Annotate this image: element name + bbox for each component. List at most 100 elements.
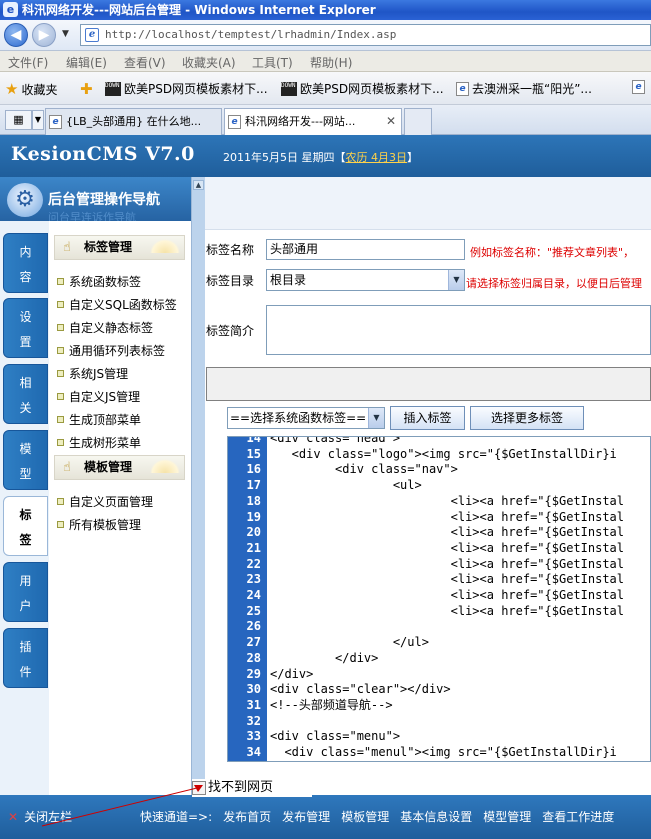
close-tab-icon[interactable]: ✕ bbox=[386, 109, 396, 134]
tab-admin[interactable]: e 科汛网络开发---网站... ✕ bbox=[224, 108, 402, 135]
quick-link-publish-manage[interactable]: 发布管理 bbox=[282, 810, 330, 824]
forward-icon[interactable]: ▶ bbox=[32, 23, 56, 47]
menu-favorites[interactable]: 收藏夹(A) bbox=[182, 54, 236, 71]
line-number: 23 bbox=[246, 572, 261, 587]
quick-link-basic-settings[interactable]: 基本信息设置 bbox=[400, 810, 472, 824]
vtab-users[interactable]: 用户 bbox=[3, 562, 48, 622]
broken-image-icon bbox=[192, 781, 206, 795]
menu-item-top-menu[interactable]: 生成顶部菜单 bbox=[56, 411, 141, 428]
tab-list-dropdown-icon[interactable]: ▼ bbox=[32, 110, 44, 130]
line-number: 34 bbox=[246, 745, 261, 759]
vtab-labels[interactable]: 标签 bbox=[3, 496, 48, 556]
favorite-link-1[interactable]: DOWN LOAD 欧美PSD网页模板素材下... bbox=[105, 80, 268, 97]
close-left-panel-button[interactable]: ✕ 关闭左栏 bbox=[8, 808, 72, 825]
toolbar-placeholder bbox=[206, 367, 651, 401]
menu-item-custom-pages[interactable]: 自定义页面管理 bbox=[56, 493, 153, 510]
insert-label-button[interactable]: 插入标签 bbox=[390, 406, 465, 430]
code-line: <li><a href="{$GetInstal bbox=[270, 556, 625, 571]
ie-page-icon: e bbox=[456, 81, 469, 96]
date-text: 2011年5月5日 星期四【 bbox=[223, 151, 346, 164]
menu-item-system-func-labels[interactable]: 系统函数标签 bbox=[56, 273, 141, 290]
favorite-link-label: 欧美PSD网页模板素材下... bbox=[124, 82, 268, 96]
star-icon: ★ bbox=[5, 80, 19, 98]
ie-page-icon: e bbox=[228, 115, 241, 129]
history-dropdown-icon[interactable]: ▼ bbox=[62, 29, 69, 39]
code-line: <div class="head"> bbox=[270, 436, 401, 445]
nav-collapse-strip[interactable]: ▲ bbox=[191, 177, 205, 795]
date-display: 2011年5月5日 星期四【农历 4月3日】 bbox=[223, 149, 418, 165]
favorite-link-more[interactable]: e bbox=[632, 80, 645, 94]
menu-help[interactable]: 帮助(H) bbox=[310, 54, 352, 71]
quick-link-model-manage[interactable]: 模型管理 bbox=[483, 810, 531, 824]
favorites-bar: ★ 收藏夹 ✚ DOWN LOAD 欧美PSD网页模板素材下... DOWN L… bbox=[0, 72, 651, 105]
vtab-settings[interactable]: 设置 bbox=[3, 298, 48, 358]
page-icon: e bbox=[85, 28, 99, 42]
vtab-content[interactable]: 内容 bbox=[3, 233, 48, 293]
vtab-label: 用户 bbox=[19, 574, 32, 613]
system-func-select[interactable]: ==选择系统函数标签== ▼ bbox=[227, 407, 385, 429]
line-number: 24 bbox=[246, 588, 261, 602]
vtab-label: 标签 bbox=[19, 508, 32, 547]
address-input[interactable]: e http://localhost/temptest/lrhadmin/Ind… bbox=[80, 24, 651, 46]
more-labels-button[interactable]: 选择更多标签 bbox=[470, 406, 584, 430]
chevron-down-icon[interactable]: ▼ bbox=[368, 408, 384, 428]
favorite-link-label: 去澳洲采一瓶“阳光”... bbox=[472, 82, 592, 96]
lunar-date-link[interactable]: 农历 4月3日 bbox=[346, 151, 408, 164]
favorite-link-label: 欧美PSD网页模板素材下... bbox=[300, 82, 444, 96]
code-line: <div class="logo"><img src="{$GetInstall… bbox=[270, 446, 617, 461]
line-number: 26 bbox=[246, 619, 261, 634]
quick-link-template-manage[interactable]: 模板管理 bbox=[341, 810, 389, 824]
line-number: 35 bbox=[228, 761, 261, 762]
label-name-input[interactable]: 头部通用 bbox=[266, 239, 465, 260]
close-left-label: 关闭左栏 bbox=[24, 810, 73, 824]
chevron-down-icon[interactable]: ▼ bbox=[448, 270, 464, 290]
quick-links: 快速通道=>: 发布首页 发布管理 模板管理 基本信息设置 模型管理 查看工作进度 bbox=[140, 808, 625, 825]
menu-file[interactable]: 文件(F) bbox=[8, 54, 48, 71]
menu-item-sql-labels[interactable]: 自定义SQL函数标签 bbox=[57, 296, 177, 313]
line-number: 30 bbox=[246, 682, 261, 697]
menu-view[interactable]: 查看(V) bbox=[124, 54, 166, 71]
menu-tools[interactable]: 工具(T) bbox=[252, 54, 293, 71]
new-tab-button[interactable] bbox=[404, 108, 432, 135]
quick-tabs-icon[interactable]: ▦ bbox=[5, 110, 32, 130]
nav-header: ⚙ 后台管理操作导航 问台早连诉作导航 bbox=[0, 177, 191, 224]
line-number: 19 bbox=[246, 509, 261, 524]
vtab-label: 插件 bbox=[19, 640, 32, 679]
add-favorite-button[interactable]: ✚ bbox=[80, 80, 93, 98]
quick-link-publish-home[interactable]: 发布首页 bbox=[223, 810, 271, 824]
hand-icon: ☝ bbox=[63, 460, 71, 475]
label-intro-textarea[interactable] bbox=[266, 305, 651, 355]
menu-item-loop-labels[interactable]: 通用循环列表标签 bbox=[56, 342, 165, 359]
code-line: <li><a href="{$GetInstal bbox=[270, 572, 625, 587]
scroll-up-icon[interactable]: ▲ bbox=[193, 180, 204, 190]
favorite-link-3[interactable]: e 去澳洲采一瓶“阳光”... bbox=[456, 80, 592, 97]
back-icon[interactable]: ◀ bbox=[4, 23, 28, 47]
favorites-button[interactable]: ★ 收藏夹 bbox=[5, 80, 57, 98]
favorite-link-2[interactable]: DOWN LOAD 欧美PSD网页模板素材下... bbox=[281, 80, 444, 97]
code-editor[interactable]: 14 15 16 17 18 19 20 21 22 23 24 25 26 27 28 29 30 31 32 33… bbox=[227, 436, 651, 762]
line-number: 25 bbox=[246, 603, 261, 618]
code-line: </div> bbox=[270, 650, 379, 665]
menu-item-system-js[interactable]: 系统JS管理 bbox=[56, 365, 128, 382]
menu-edit[interactable]: 编辑(E) bbox=[66, 54, 107, 71]
ie-page-icon: e bbox=[632, 80, 645, 94]
code-line: </div> bbox=[270, 666, 314, 681]
menu-item-static-labels[interactable]: 自定义静态标签 bbox=[56, 319, 153, 336]
tab-label-edit[interactable]: e {LB_头部通用} 在什么地... bbox=[45, 108, 222, 135]
vtab-related[interactable]: 相关 bbox=[3, 364, 48, 424]
code-line: <div class="clear"></div> bbox=[270, 682, 451, 697]
bottom-bar: ✕ 关闭左栏 快速通道=>: 发布首页 发布管理 模板管理 基本信息设置 模型管理 查看工作进… bbox=[0, 795, 651, 839]
group-label-manage[interactable]: ☝ 标签管理 bbox=[54, 235, 185, 260]
system-func-select-value: ==选择系统函数标签== bbox=[230, 411, 367, 425]
menu-item-tree-menu[interactable]: 生成树形菜单 bbox=[56, 434, 141, 451]
menu-item-all-templates[interactable]: 所有模板管理 bbox=[56, 516, 141, 533]
line-number: 22 bbox=[246, 556, 261, 571]
menu-item-custom-js[interactable]: 自定义JS管理 bbox=[56, 388, 140, 405]
quick-link-work-progress[interactable]: 查看工作进度 bbox=[542, 810, 614, 824]
date-bracket: 】 bbox=[407, 151, 418, 164]
group-template-manage[interactable]: ☝ 模板管理 bbox=[54, 455, 185, 480]
label-dir-select[interactable]: 根目录 ▼ bbox=[266, 269, 465, 291]
vtab-plugins[interactable]: 插件 bbox=[3, 628, 48, 688]
line-number: 16 bbox=[246, 462, 261, 477]
vtab-model[interactable]: 模型 bbox=[3, 430, 48, 490]
